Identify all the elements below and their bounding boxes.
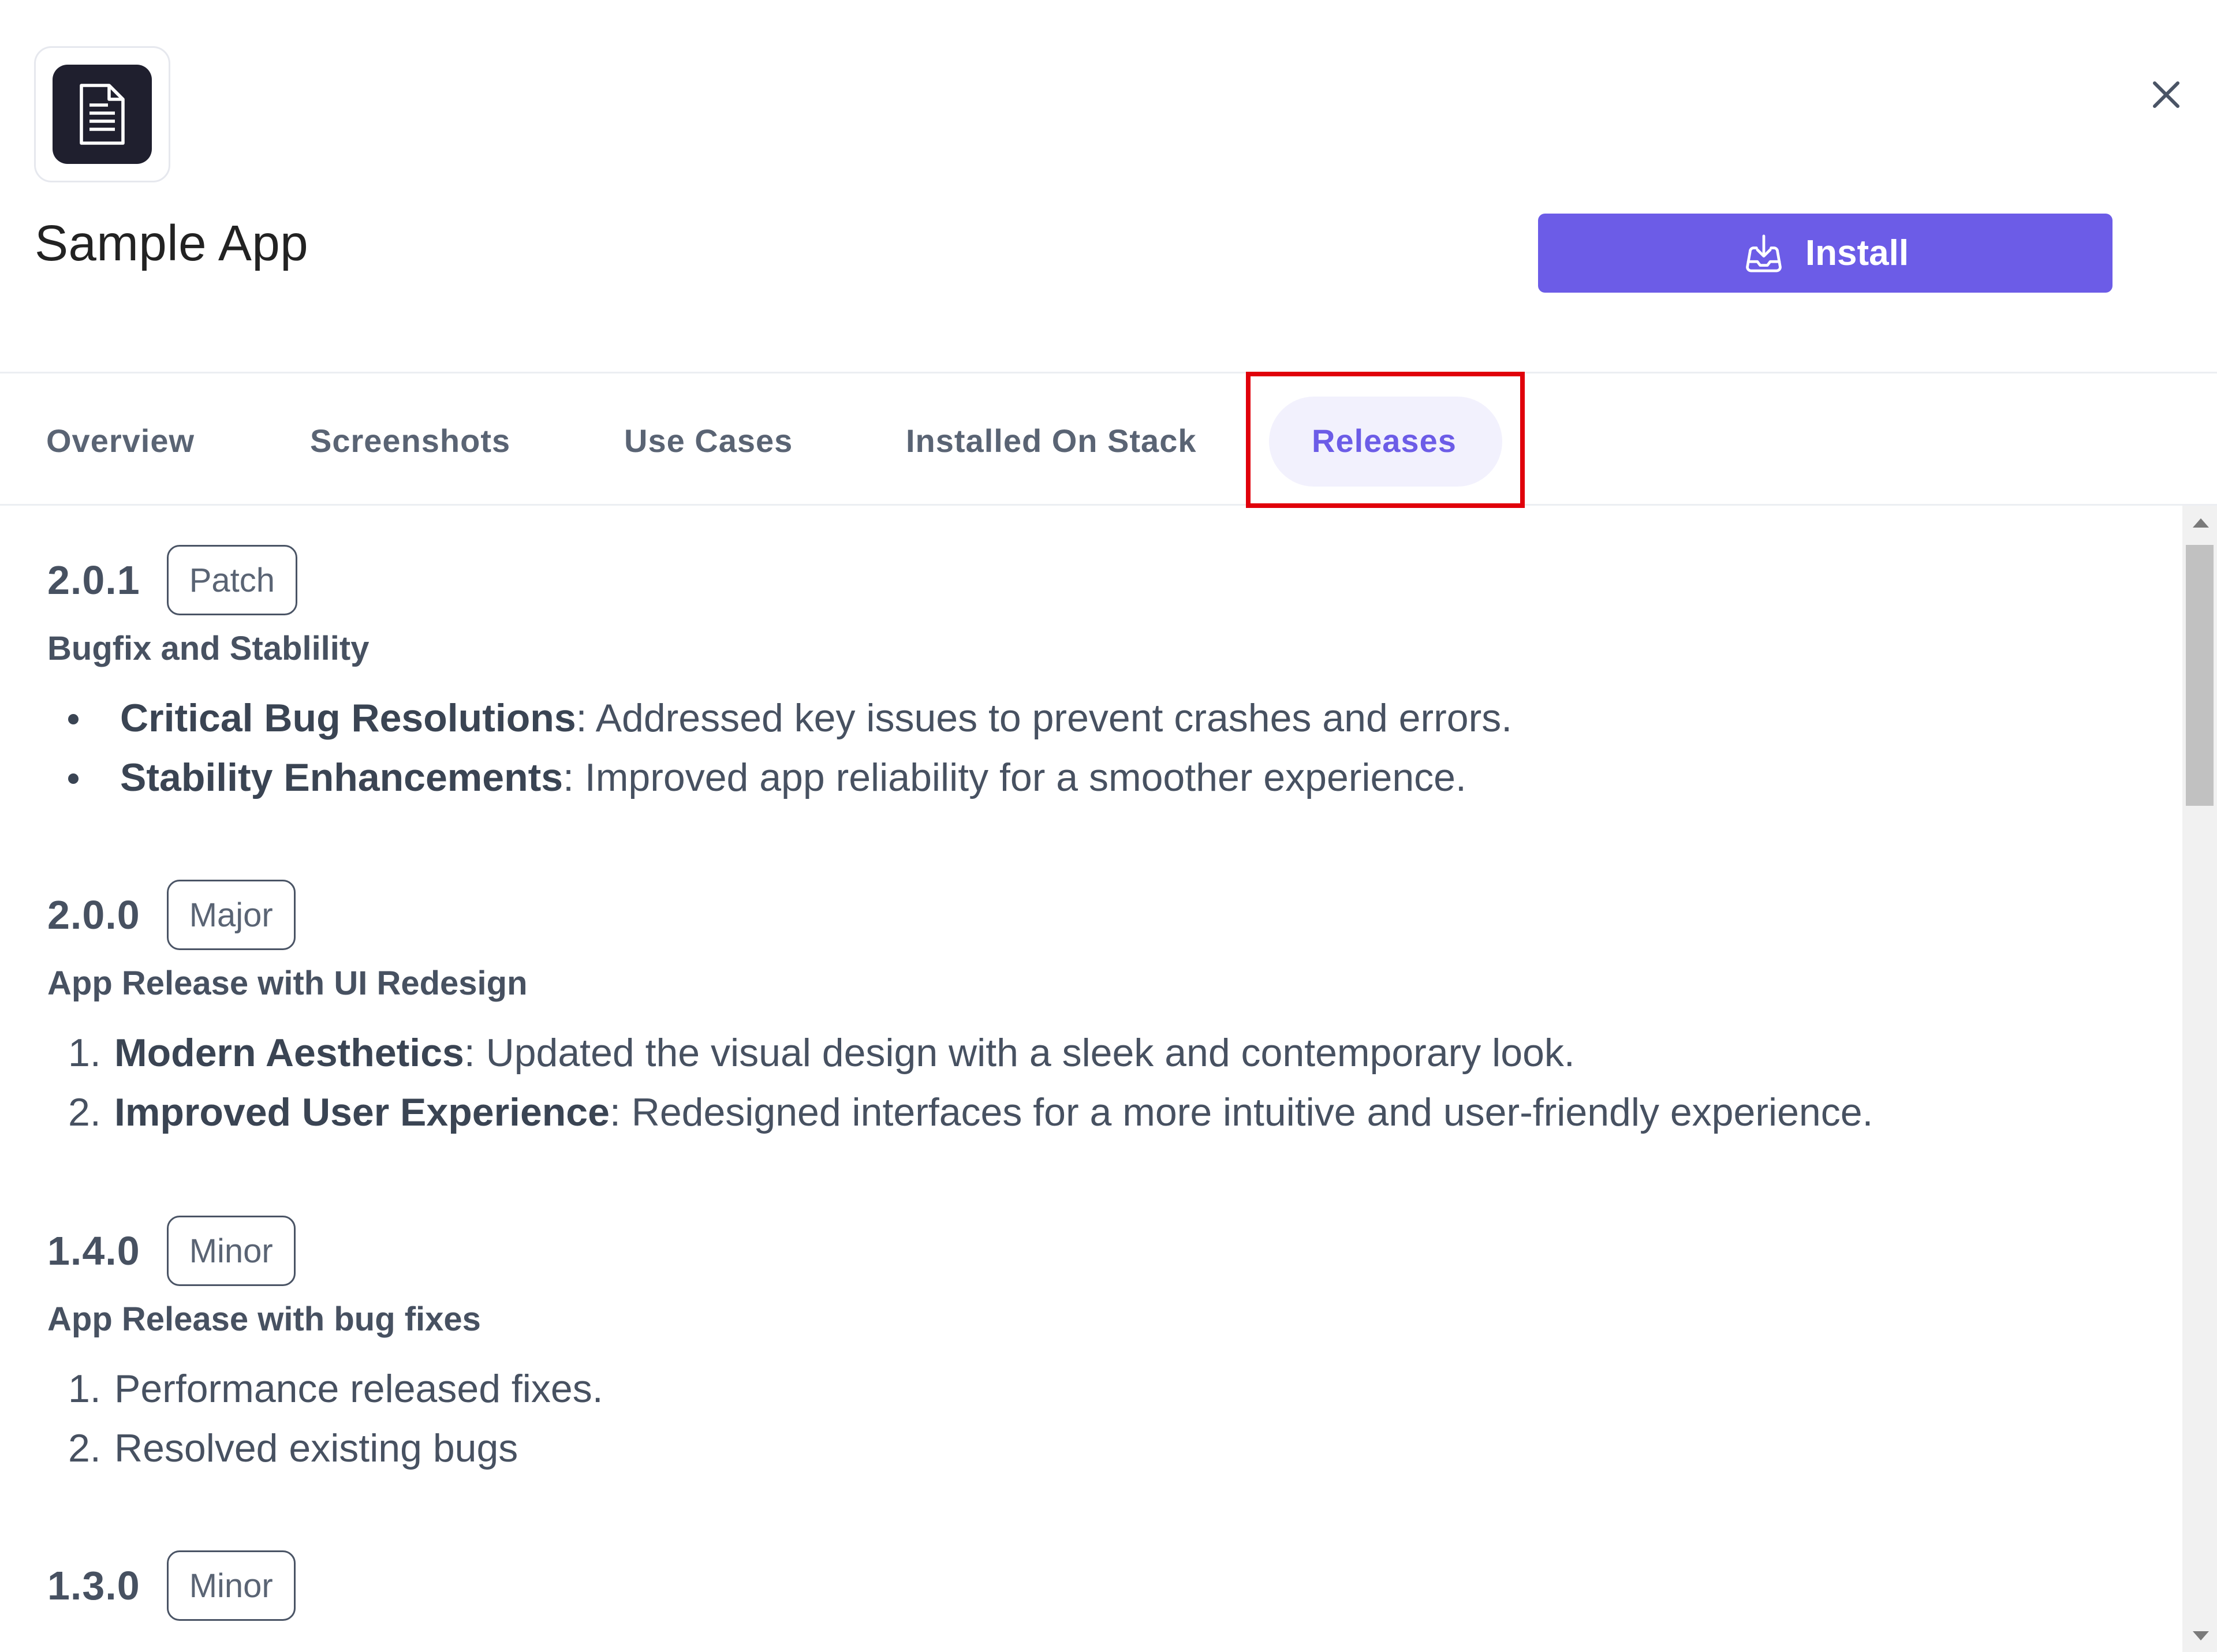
tab-screenshots[interactable]: Screenshots bbox=[310, 422, 510, 459]
app-logo bbox=[34, 46, 170, 182]
install-button[interactable]: Install bbox=[1538, 214, 2113, 293]
app-title: Sample App bbox=[35, 215, 309, 271]
release-notes-list: 1. Performance released fixes. 2. Resolved… bbox=[47, 1359, 603, 1478]
releases-panel: 2.0.1 Patch Bugfix and Stablility Critic… bbox=[0, 506, 2182, 1652]
tab-bar: Overview Screenshots Use Cases Installed… bbox=[0, 372, 2217, 506]
release-version: 2.0.0 bbox=[47, 892, 140, 937]
release-badge: Major bbox=[166, 880, 296, 950]
release-subtitle: App Release with UI Redesign bbox=[47, 965, 528, 1002]
app-logo-tile bbox=[53, 65, 152, 164]
install-label: Install bbox=[1805, 233, 1909, 273]
release-badge: Minor bbox=[166, 1216, 296, 1286]
release-entry: 2.0.1 Patch Bugfix and Stablility Critic… bbox=[47, 543, 1512, 808]
release-entry: 1.3.0 Minor bbox=[47, 1548, 296, 1623]
scrollbar-thumb[interactable] bbox=[2186, 545, 2214, 806]
list-item: 1. Modern Aesthetics: Updated the visual … bbox=[68, 1031, 1575, 1075]
tab-installed-on-stack[interactable]: Installed On Stack bbox=[906, 422, 1197, 459]
close-icon bbox=[2153, 81, 2179, 108]
tab-overview[interactable]: Overview bbox=[46, 422, 195, 459]
release-badge: Minor bbox=[166, 1550, 296, 1621]
tab-use-cases[interactable]: Use Cases bbox=[624, 422, 793, 459]
release-version: 2.0.1 bbox=[47, 558, 140, 603]
release-subtitle: App Release with bug fixes bbox=[47, 1300, 481, 1338]
scroll-down-arrow-icon[interactable] bbox=[2193, 1631, 2209, 1640]
list-item: Stability Enhancements: Improved app rel… bbox=[47, 748, 1512, 808]
list-item: 2. Resolved existing bugs bbox=[68, 1426, 518, 1470]
release-entry: 1.4.0 Minor App Release with bug fixes 1… bbox=[47, 1213, 603, 1478]
document-icon bbox=[80, 84, 125, 145]
release-entry: 2.0.0 Major App Release with UI Redesign… bbox=[47, 877, 1873, 1142]
scrollbar[interactable] bbox=[2182, 506, 2217, 1652]
release-notes-list: Critical Bug Resolutions: Addressed key … bbox=[47, 689, 1512, 808]
tab-releases[interactable]: Releases bbox=[1312, 422, 1457, 459]
release-subtitle: Bugfix and Stablility bbox=[47, 630, 370, 667]
release-notes-list: 1. Modern Aesthetics: Updated the visual … bbox=[47, 1023, 1873, 1142]
list-item: 1. Performance released fixes. bbox=[68, 1367, 603, 1411]
release-version: 1.3.0 bbox=[47, 1563, 140, 1608]
list-item: 2. Improved User Experience: Redesigned i… bbox=[68, 1090, 1873, 1134]
release-badge: Patch bbox=[166, 545, 298, 615]
list-item: Critical Bug Resolutions: Addressed key … bbox=[47, 689, 1512, 748]
install-icon bbox=[1742, 231, 1786, 275]
scroll-up-arrow-icon[interactable] bbox=[2193, 518, 2209, 528]
release-version: 1.4.0 bbox=[47, 1228, 140, 1273]
close-button[interactable] bbox=[2143, 72, 2189, 118]
